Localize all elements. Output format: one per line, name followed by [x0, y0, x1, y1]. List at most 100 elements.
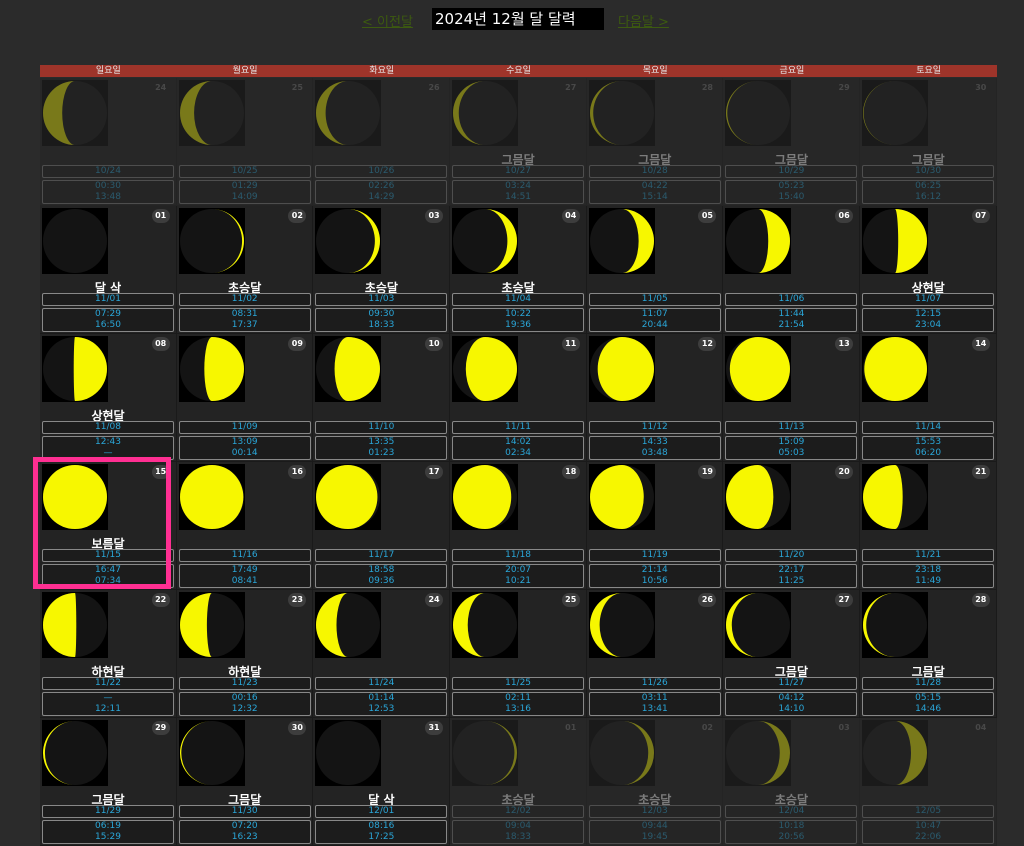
moonrise-time: 13:35 — [368, 437, 395, 447]
day-cell[interactable]: 25 10/25 01:29 14:09 — [176, 78, 314, 206]
day-cell[interactable]: 28 그믐달 11/28 05:15 14:46 — [860, 590, 997, 718]
moon-times: 11:07 20:44 — [588, 308, 721, 332]
moon-icon — [43, 81, 107, 145]
weekday-mon: 월요일 — [232, 66, 258, 76]
day-cell[interactable]: 08 상현달 11/08 12:43 — — [40, 334, 177, 462]
moon-phase-image — [42, 720, 108, 786]
moonrise-time: 01:29 — [231, 181, 258, 191]
moonrise-time: 00:16 — [231, 693, 258, 703]
day-cell[interactable]: 02 초승달 12/03 09:44 19:45 — [586, 718, 724, 846]
day-cell[interactable]: 04 초승달 11/04 10:22 19:36 — [450, 206, 587, 334]
weekday-wed: 수요일 — [506, 66, 531, 76]
moon-times: 15:53 06:20 — [862, 436, 995, 460]
day-cell[interactable]: 24 11/24 01:14 12:53 — [313, 590, 451, 718]
day-cell[interactable]: 29 그믐달 11/29 06:19 15:29 — [40, 718, 177, 846]
moon-icon — [453, 81, 518, 145]
day-cell[interactable]: 21 11/21 23:18 11:49 — [860, 462, 997, 590]
lunar-date: 12/03 — [588, 805, 721, 818]
moonset-time: 22:06 — [915, 832, 942, 842]
day-cell[interactable]: 11 11/11 14:02 02:34 — [450, 334, 587, 462]
day-cell[interactable]: 13 11/13 15:09 05:03 — [723, 334, 861, 462]
day-number: 12 — [698, 337, 717, 351]
day-cell[interactable]: 07 상현달 11/07 12:15 23:04 — [860, 206, 997, 334]
day-cell[interactable]: 01 초승달 12/02 09:04 18:33 — [450, 718, 587, 846]
day-cell[interactable]: 03 초승달 12/04 10:18 20:56 — [723, 718, 861, 846]
moonrise-time: 17:49 — [231, 565, 258, 575]
month-nav: < 이전달 2024년 12월 달 달력 다음달 > — [0, 8, 1024, 30]
day-cell[interactable]: 09 11/09 13:09 00:14 — [176, 334, 314, 462]
moon-lit-part — [597, 337, 654, 401]
lunar-date: 11/06 — [725, 293, 858, 306]
day-cell[interactable]: 20 11/20 22:17 11:25 — [723, 462, 861, 590]
day-cell[interactable]: 18 11/18 20:07 10:21 — [450, 462, 587, 590]
moon-icon — [863, 209, 928, 273]
day-cell[interactable]: 31 달 삭 12/01 08:16 17:25 — [313, 718, 451, 846]
moonset-time: 10:21 — [505, 576, 532, 586]
day-cell[interactable]: 19 11/19 21:14 10:56 — [586, 462, 724, 590]
day-cell[interactable]: 05 11/05 11:07 20:44 — [586, 206, 724, 334]
day-cell[interactable]: 01 달 삭 11/01 07:29 16:50 — [40, 206, 177, 334]
day-cell[interactable]: 04 12/05 10:47 22:06 — [860, 718, 997, 846]
day-cell[interactable]: 06 11/06 11:44 21:54 — [723, 206, 861, 334]
day-cell[interactable]: 26 11/26 03:11 13:41 — [586, 590, 724, 718]
day-cell[interactable]: 25 11/25 02:11 13:16 — [450, 590, 587, 718]
moon-times: 14:02 02:34 — [452, 436, 585, 460]
moon-lit-part — [204, 337, 244, 401]
moon-times: 04:12 14:10 — [725, 692, 858, 716]
lunar-date: 12/01 — [315, 805, 448, 818]
moonset-time: 15:40 — [778, 192, 805, 202]
moonrise-time: 10:18 — [778, 821, 805, 831]
lunar-date: 11/15 — [42, 549, 174, 562]
moon-times: 08:16 17:25 — [315, 820, 448, 844]
day-cell[interactable]: 12 11/12 14:33 03:48 — [586, 334, 724, 462]
moon-phase-image — [42, 80, 108, 146]
day-cell[interactable]: 14 11/14 15:53 06:20 — [860, 334, 997, 462]
moon-icon — [589, 81, 654, 145]
moon-phase-image — [725, 336, 792, 402]
moon-phase-image — [588, 720, 655, 786]
lunar-date: 12/04 — [725, 805, 858, 818]
moon-phase-image — [588, 592, 655, 658]
moonrise-time: 20:07 — [505, 565, 532, 575]
moon-icon — [453, 721, 518, 785]
day-cell[interactable]: 28 그믐달 10/28 04:22 15:14 — [586, 78, 724, 206]
day-cell[interactable]: 22 하현달 11/22 — 12:11 — [40, 590, 177, 718]
day-cell[interactable]: 02 초승달 11/02 08:31 17:37 — [176, 206, 314, 334]
day-number: 05 — [698, 209, 717, 223]
lunar-date: 11/26 — [588, 677, 721, 690]
moon-times: 23:18 11:49 — [862, 564, 995, 588]
lunar-date: 12/05 — [862, 805, 995, 818]
day-cell[interactable]: 29 그믐달 10/29 05:23 15:40 — [723, 78, 861, 206]
moonset-time: 13:41 — [641, 704, 668, 714]
moon-phase-image — [725, 464, 792, 530]
moonrise-time: 06:25 — [915, 181, 942, 191]
day-cell[interactable]: 27 그믐달 10/27 03:24 14:51 — [450, 78, 587, 206]
day-cell[interactable]: 10 11/10 13:35 01:23 — [313, 334, 451, 462]
day-cell[interactable]: 30 그믐달 10/30 06:25 16:12 — [860, 78, 997, 206]
moonset-time: 01:23 — [368, 448, 395, 458]
lunar-date: 11/04 — [452, 293, 585, 306]
day-cell[interactable]: 03 초승달 11/03 09:30 18:33 — [313, 206, 451, 334]
day-number: 09 — [288, 337, 307, 351]
day-cell[interactable]: 30 그믐달 11/30 07:20 16:23 — [176, 718, 314, 846]
day-cell[interactable]: 17 11/17 18:58 09:36 — [313, 462, 451, 590]
moon-lit-part — [43, 465, 107, 529]
day-number: 15 — [151, 465, 170, 479]
moonset-time: 19:45 — [641, 832, 668, 842]
lunar-date: 11/17 — [315, 549, 448, 562]
day-cell[interactable]: 24 10/24 00:30 13:48 — [40, 78, 177, 206]
day-cell[interactable]: 15 보름달 11/15 16:47 07:34 — [40, 462, 177, 590]
day-cell[interactable]: 23 하현달 11/23 00:16 12:32 — [176, 590, 314, 718]
prev-month-link[interactable]: < 이전달 — [362, 11, 413, 30]
day-cell[interactable]: 27 그믐달 11/27 04:12 14:10 — [723, 590, 861, 718]
moon-icon — [179, 593, 244, 657]
moon-icon — [179, 209, 244, 273]
next-month-link[interactable]: 다음달 > — [618, 11, 669, 30]
moonrise-time: 14:33 — [641, 437, 668, 447]
day-cell[interactable]: 16 11/16 17:49 08:41 — [176, 462, 314, 590]
moon-phase-image — [315, 720, 382, 786]
moon-phase-image — [725, 592, 792, 658]
moonset-time: 03:48 — [641, 448, 668, 458]
moon-phase-image — [725, 720, 792, 786]
day-cell[interactable]: 26 10/26 02:26 14:29 — [313, 78, 451, 206]
